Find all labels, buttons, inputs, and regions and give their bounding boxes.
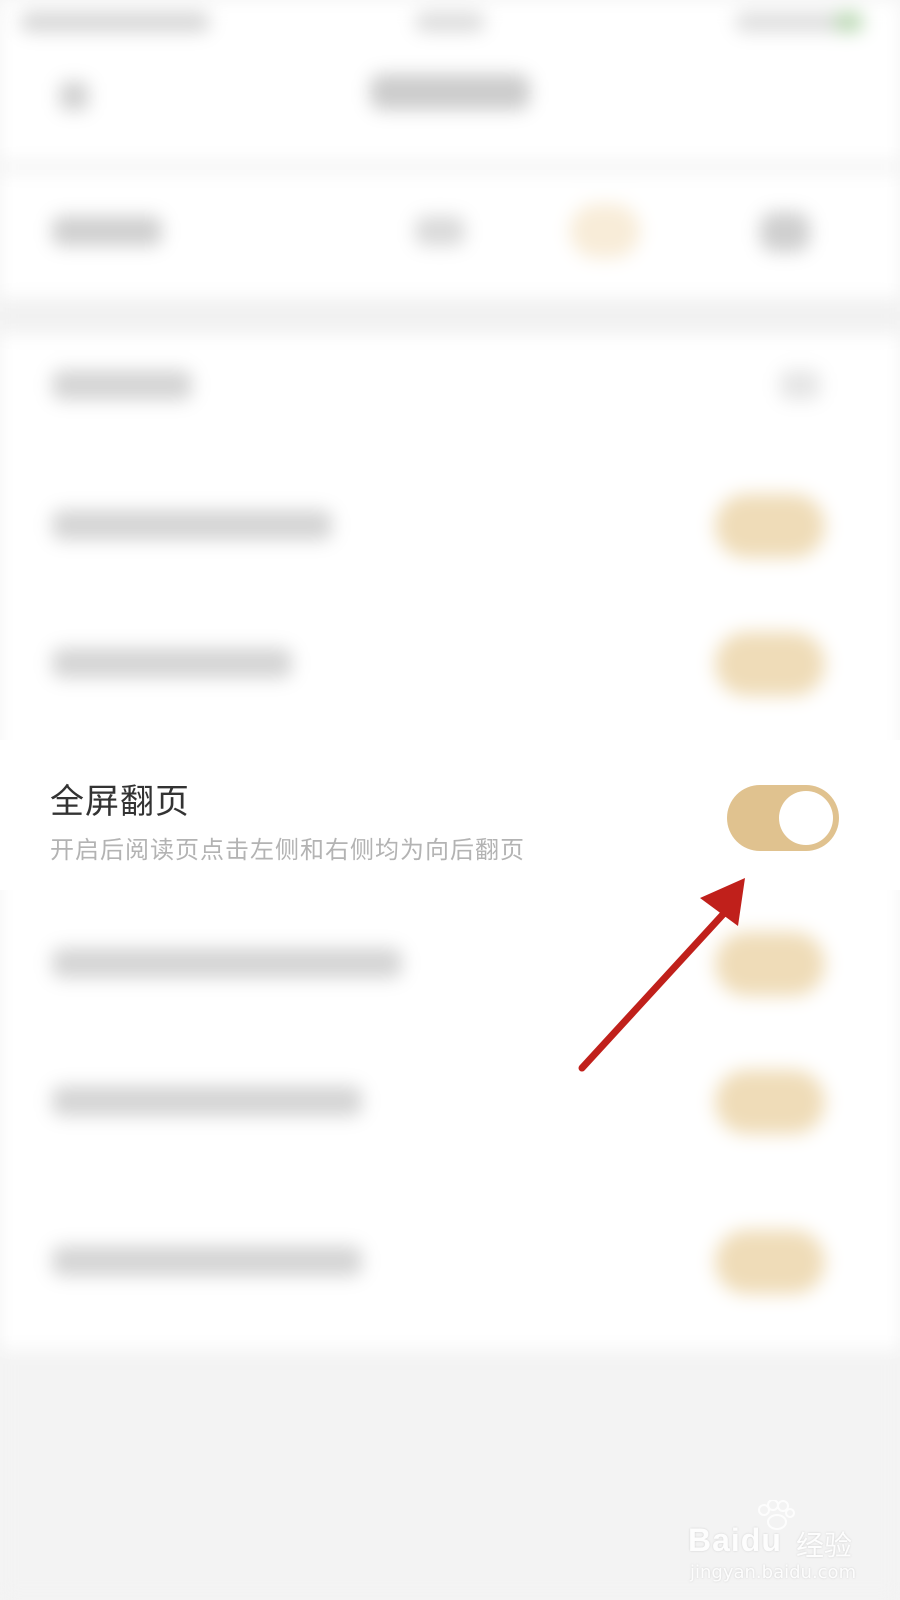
- setting-description: 开启后阅读页点击左侧和右侧均为向后翻页: [50, 836, 525, 864]
- setting-label: [52, 948, 402, 978]
- setting-label: [52, 510, 332, 540]
- setting-label: [52, 370, 192, 400]
- setting-label: [52, 1246, 362, 1276]
- mode-option-selected[interactable]: [570, 204, 640, 258]
- status-left: [20, 12, 210, 32]
- battery-icon: [835, 12, 863, 32]
- setting-title: 全屏翻页: [50, 782, 190, 822]
- baidu-jingyan-watermark: Baidu 经验 jingyan.baidu.com: [688, 1500, 888, 1590]
- status-right: [735, 12, 845, 32]
- watermark-url: jingyan.baidu.com: [690, 1562, 857, 1583]
- setting-label: [52, 1086, 362, 1116]
- mode-label: [52, 216, 162, 246]
- watermark-brand: Baidu: [688, 1522, 782, 1558]
- mode-option[interactable]: [415, 216, 465, 246]
- mode-row: [0, 172, 900, 298]
- toggle-switch[interactable]: [715, 1070, 825, 1134]
- back-icon[interactable]: [60, 82, 88, 110]
- full-screen-page-turn-toggle[interactable]: [727, 785, 839, 851]
- status-center: [415, 12, 485, 32]
- setting-label: [52, 648, 292, 678]
- nav-title: [370, 74, 530, 110]
- chevron-right-icon[interactable]: [780, 370, 820, 400]
- mode-option[interactable]: [760, 212, 810, 252]
- setting-row-full-screen-page-turn: 全屏翻页 开启后阅读页点击左侧和右侧均为向后翻页: [0, 740, 900, 890]
- toggle-switch[interactable]: [715, 494, 825, 558]
- nav-bar: [0, 44, 900, 162]
- status-bar: [0, 0, 900, 44]
- divider: [0, 162, 900, 172]
- toggle-switch[interactable]: [715, 1230, 825, 1294]
- toggle-knob: [779, 791, 833, 845]
- divider: [0, 298, 900, 334]
- watermark-cn: 经验: [796, 1529, 853, 1562]
- toggle-switch[interactable]: [715, 632, 825, 696]
- toggle-switch[interactable]: [715, 932, 825, 996]
